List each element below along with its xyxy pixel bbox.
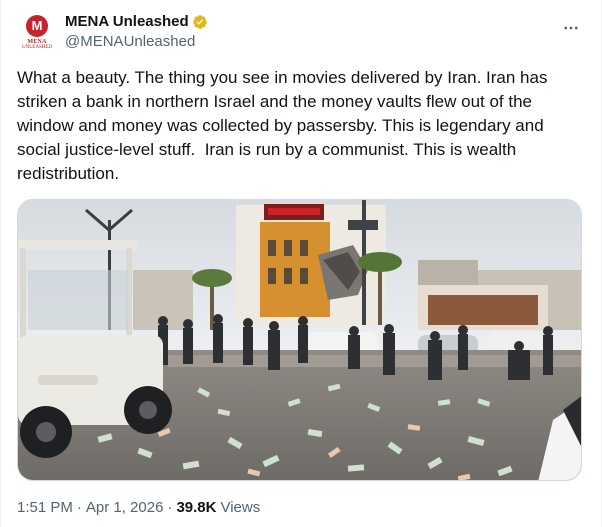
tweet-time[interactable]: 1:51 PM [17,499,73,516]
avatar-subtext: UNLEASHED [22,44,52,50]
photo-illustration [18,200,581,480]
verified-badge-icon[interactable] [192,14,208,30]
separator: · [76,498,82,516]
views-label: Views [220,498,261,516]
display-name[interactable]: MENA Unleashed [65,12,189,32]
logo-icon: M [26,14,48,37]
tweet-metadata: 1:51 PM · Apr 1, 2026 · 39.8K Views [17,496,260,518]
author-names: MENA Unleashed @MENAUnleashed [65,12,208,52]
tweet-header: M MENA UNLEASHED MENA Unleashed @MENAUnl… [17,10,585,54]
tweet-text: What a beauty. The thing you see in movi… [17,68,553,183]
avatar[interactable]: M MENA UNLEASHED [17,12,57,52]
views-count: 39.8K [176,498,217,516]
tweet-date[interactable]: Apr 1, 2026 [86,499,164,516]
more-horizontal-icon[interactable] [557,14,585,42]
separator: · [167,498,173,516]
handle[interactable]: @MENAUnleashed [65,32,208,52]
tweet-photo[interactable] [17,199,582,481]
tweet-card: M MENA UNLEASHED MENA Unleashed @MENAUnl… [0,0,602,527]
name-row: MENA Unleashed [65,12,208,32]
